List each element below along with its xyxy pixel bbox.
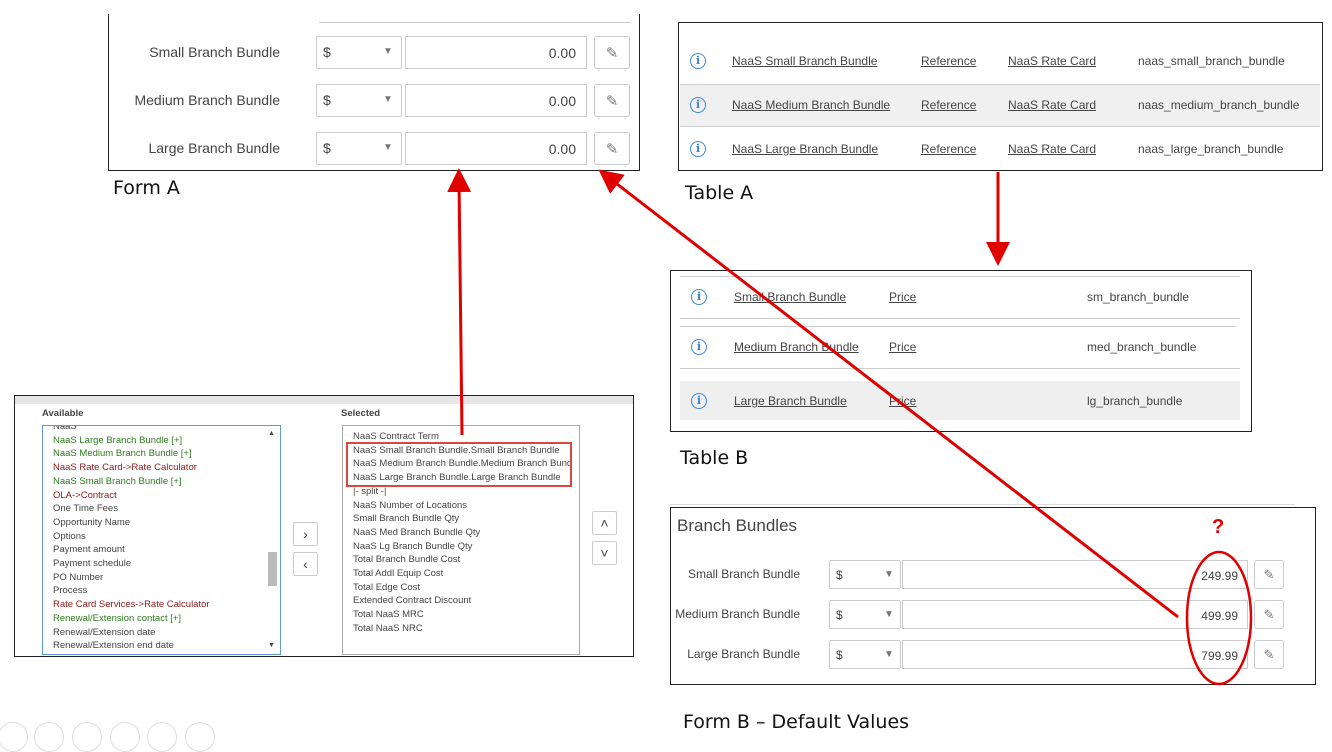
- slides-grid-icon[interactable]: [110, 722, 140, 752]
- more-options-icon[interactable]: [185, 722, 215, 752]
- pen-icon[interactable]: [72, 722, 102, 752]
- next-slide-icon[interactable]: [34, 722, 64, 752]
- previous-slide-icon[interactable]: [0, 722, 28, 752]
- zoom-icon[interactable]: [147, 722, 177, 752]
- arrow-selected-to-form-a: [447, 168, 472, 436]
- arrow-form-b-to-form-a: [598, 169, 1179, 619]
- values-circle: [1185, 550, 1253, 686]
- annotation-layer: [447, 168, 1253, 686]
- question-mark: ?: [1212, 516, 1225, 538]
